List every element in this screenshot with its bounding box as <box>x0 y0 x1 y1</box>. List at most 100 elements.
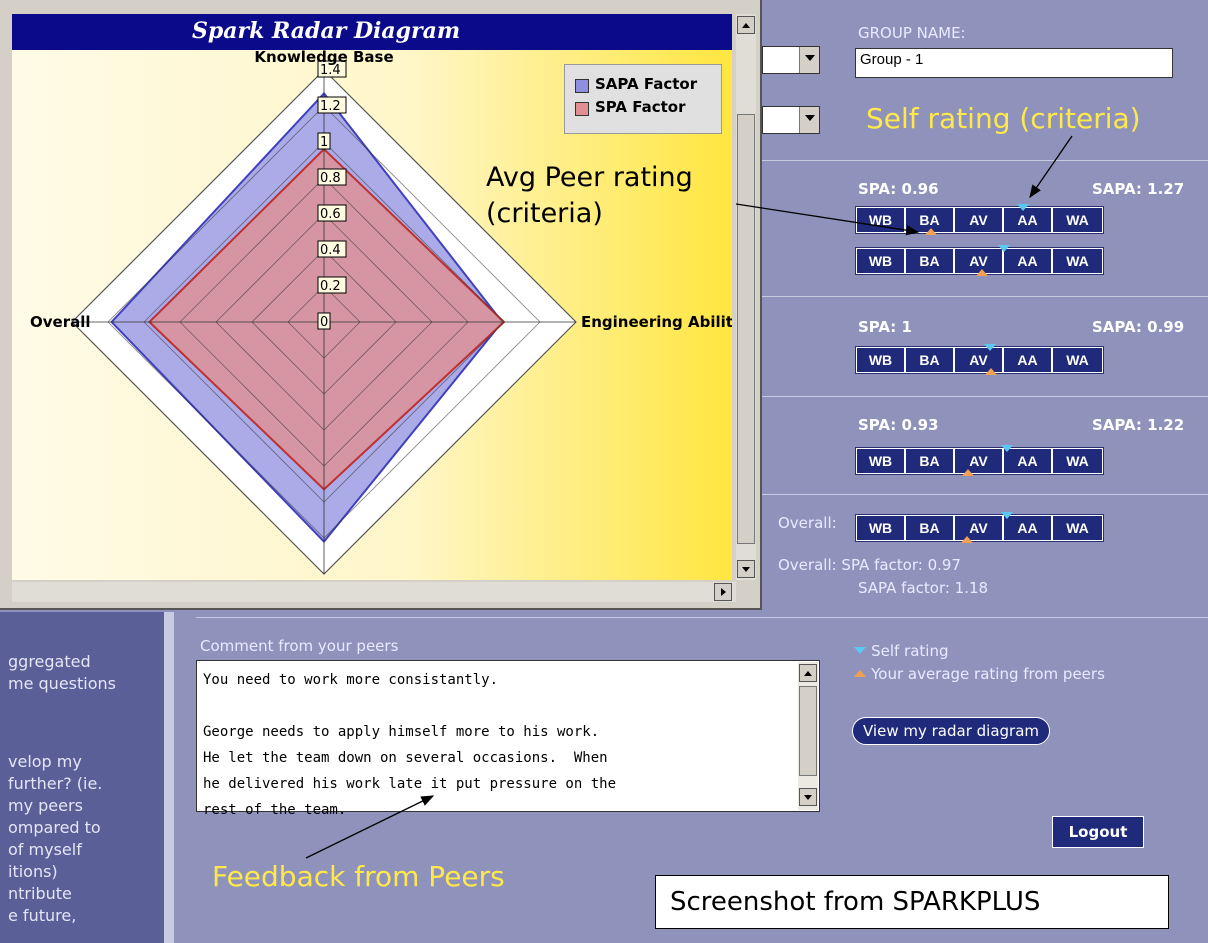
annotation-avg-peer-1: Avg Peer rating <box>486 162 693 193</box>
axis-label: Engineering Ability <box>581 313 732 331</box>
self-rating-legend: Self rating <box>854 641 949 660</box>
axis-label: Knowledge Base <box>254 50 393 66</box>
scale-wa: WA <box>1053 348 1102 372</box>
rating-scale: WB BA AV AA WA <box>855 514 1104 542</box>
scale-wa: WA <box>1053 249 1102 273</box>
sidebar-text-line: velop my <box>8 752 82 771</box>
sidebar-separator <box>164 612 174 943</box>
sapa-value: SAPA: 1.22 <box>1092 416 1185 434</box>
radar-plot-area: 0 0.2 0.4 0.6 0.8 1 1.2 1.4 Knowledge Base Engine… <box>12 50 732 580</box>
scale-wb: WB <box>857 516 906 540</box>
divider <box>762 396 1208 397</box>
divider <box>762 160 1208 161</box>
tick-label: 0.4 <box>320 243 341 258</box>
divider <box>196 617 1208 618</box>
sidebar-text-line: ggregated <box>8 652 91 671</box>
peer-rating-legend: Your average rating from peers <box>854 664 1105 683</box>
scale-wa: WA <box>1053 449 1102 473</box>
rating-scale: WB BA AV AA WA <box>855 206 1104 234</box>
group-name-label: GROUP NAME: <box>858 24 966 42</box>
sidebar-text-line: further? (ie. <box>8 774 103 793</box>
tick-label: 0.2 <box>320 279 341 294</box>
scale-aa: AA <box>1004 249 1053 273</box>
tick-label: 0.6 <box>320 207 341 222</box>
scale-wb: WB <box>857 449 906 473</box>
sapa-value: SAPA: 1.27 <box>1092 180 1185 198</box>
dropdown-2[interactable] <box>762 106 820 134</box>
scale-ba: BA <box>906 348 955 372</box>
peer-rating-marker <box>962 469 974 476</box>
tick-label: 0.8 <box>320 171 341 186</box>
arrow-right-icon <box>721 588 726 596</box>
peer-rating-marker <box>985 368 997 375</box>
self-rating-icon <box>854 647 866 654</box>
legend-swatch-spa <box>575 102 589 116</box>
self-rating-marker <box>1017 204 1029 211</box>
scroll-right-button[interactable] <box>714 583 732 601</box>
peer-rating-marker <box>961 536 973 543</box>
sidebar-text-line: ntribute <box>8 884 72 903</box>
tick-label: 0 <box>320 315 328 330</box>
sidebar-text-line: of myself <box>8 840 82 859</box>
annotation-self-rating: Self rating (criteria) <box>866 102 1141 135</box>
sidebar-text-line: my peers <box>8 796 83 815</box>
scroll-up-button[interactable] <box>737 16 755 34</box>
arrow-up-icon <box>742 23 750 28</box>
scale-wb: WB <box>857 208 906 232</box>
rating-scale: WB BA AV AA WA <box>855 346 1104 374</box>
scroll-down-button[interactable] <box>799 788 817 806</box>
overall-label: Overall: <box>778 514 837 532</box>
arrow-up-icon <box>804 671 812 676</box>
scale-ba: BA <box>906 516 955 540</box>
radar-window: Spark Radar Diagram 0 0.2 0.4 0.6 0.8 1 1.2 1.4… <box>0 0 762 610</box>
tick-label: 1.2 <box>320 99 341 114</box>
scale-aa: AA <box>1004 348 1053 372</box>
comments-label: Comment from your peers <box>200 637 399 655</box>
annotation-avg-peer-2: (criteria) <box>486 198 603 229</box>
sidebar-text-line: e future, <box>8 906 77 925</box>
arrow-down-icon <box>804 795 812 800</box>
comment-scrollbar[interactable] <box>798 662 818 810</box>
legend-label-sapa: SAPA Factor <box>595 75 698 93</box>
dropdown-1[interactable] <box>762 46 820 74</box>
chevron-down-icon[interactable] <box>799 47 819 73</box>
group-name-field[interactable]: Group - 1 <box>855 48 1173 78</box>
spa-value: SPA: 0.96 <box>858 180 939 198</box>
scale-wa: WA <box>1053 208 1102 232</box>
radar-legend: SAPA Factor SPA Factor <box>564 64 722 134</box>
annotation-feedback: Feedback from Peers <box>212 860 505 893</box>
sapa-value: SAPA: 0.99 <box>1092 318 1185 336</box>
self-rating-marker <box>1001 512 1013 519</box>
scale-wb: WB <box>857 348 906 372</box>
sidebar-text-line: me questions <box>8 674 116 693</box>
tick-label: 1 <box>320 135 328 150</box>
divider <box>762 494 1208 495</box>
peer-rating-marker <box>925 228 937 235</box>
scroll-down-button[interactable] <box>737 560 755 578</box>
spa-value: SPA: 1 <box>858 318 912 336</box>
overall-sapa-factor: SAPA factor: 1.18 <box>858 579 989 597</box>
radar-title-bar: Spark Radar Diagram <box>12 14 732 50</box>
axis-label: Overall <box>30 313 91 331</box>
scroll-up-button[interactable] <box>799 664 817 682</box>
chevron-down-icon[interactable] <box>799 107 819 133</box>
logout-button[interactable]: Logout <box>1052 816 1144 848</box>
radar-title: Spark Radar Diagram <box>192 18 461 44</box>
scale-aa: AA <box>1004 516 1053 540</box>
scale-aa: AA <box>1004 208 1053 232</box>
spa-value: SPA: 0.93 <box>858 416 939 434</box>
radar-vertical-scrollbar[interactable] <box>736 14 756 580</box>
peer-comment-textarea[interactable]: You need to work more consistantly. Geor… <box>196 660 820 818</box>
arrow-self-rating <box>1029 135 1073 199</box>
scale-wb: WB <box>857 249 906 273</box>
sidebar: ggregated me questions velop my further?… <box>0 612 164 943</box>
radar-horizontal-scrollbar[interactable] <box>12 582 736 602</box>
scroll-thumb[interactable] <box>799 686 817 776</box>
scale-av: AV <box>955 208 1004 232</box>
view-radar-button[interactable]: View my radar diagram <box>852 717 1051 745</box>
scroll-thumb[interactable] <box>737 114 755 544</box>
scale-ba: BA <box>906 449 955 473</box>
divider <box>762 296 1208 297</box>
self-rating-marker <box>998 245 1010 252</box>
scale-wa: WA <box>1053 516 1102 540</box>
